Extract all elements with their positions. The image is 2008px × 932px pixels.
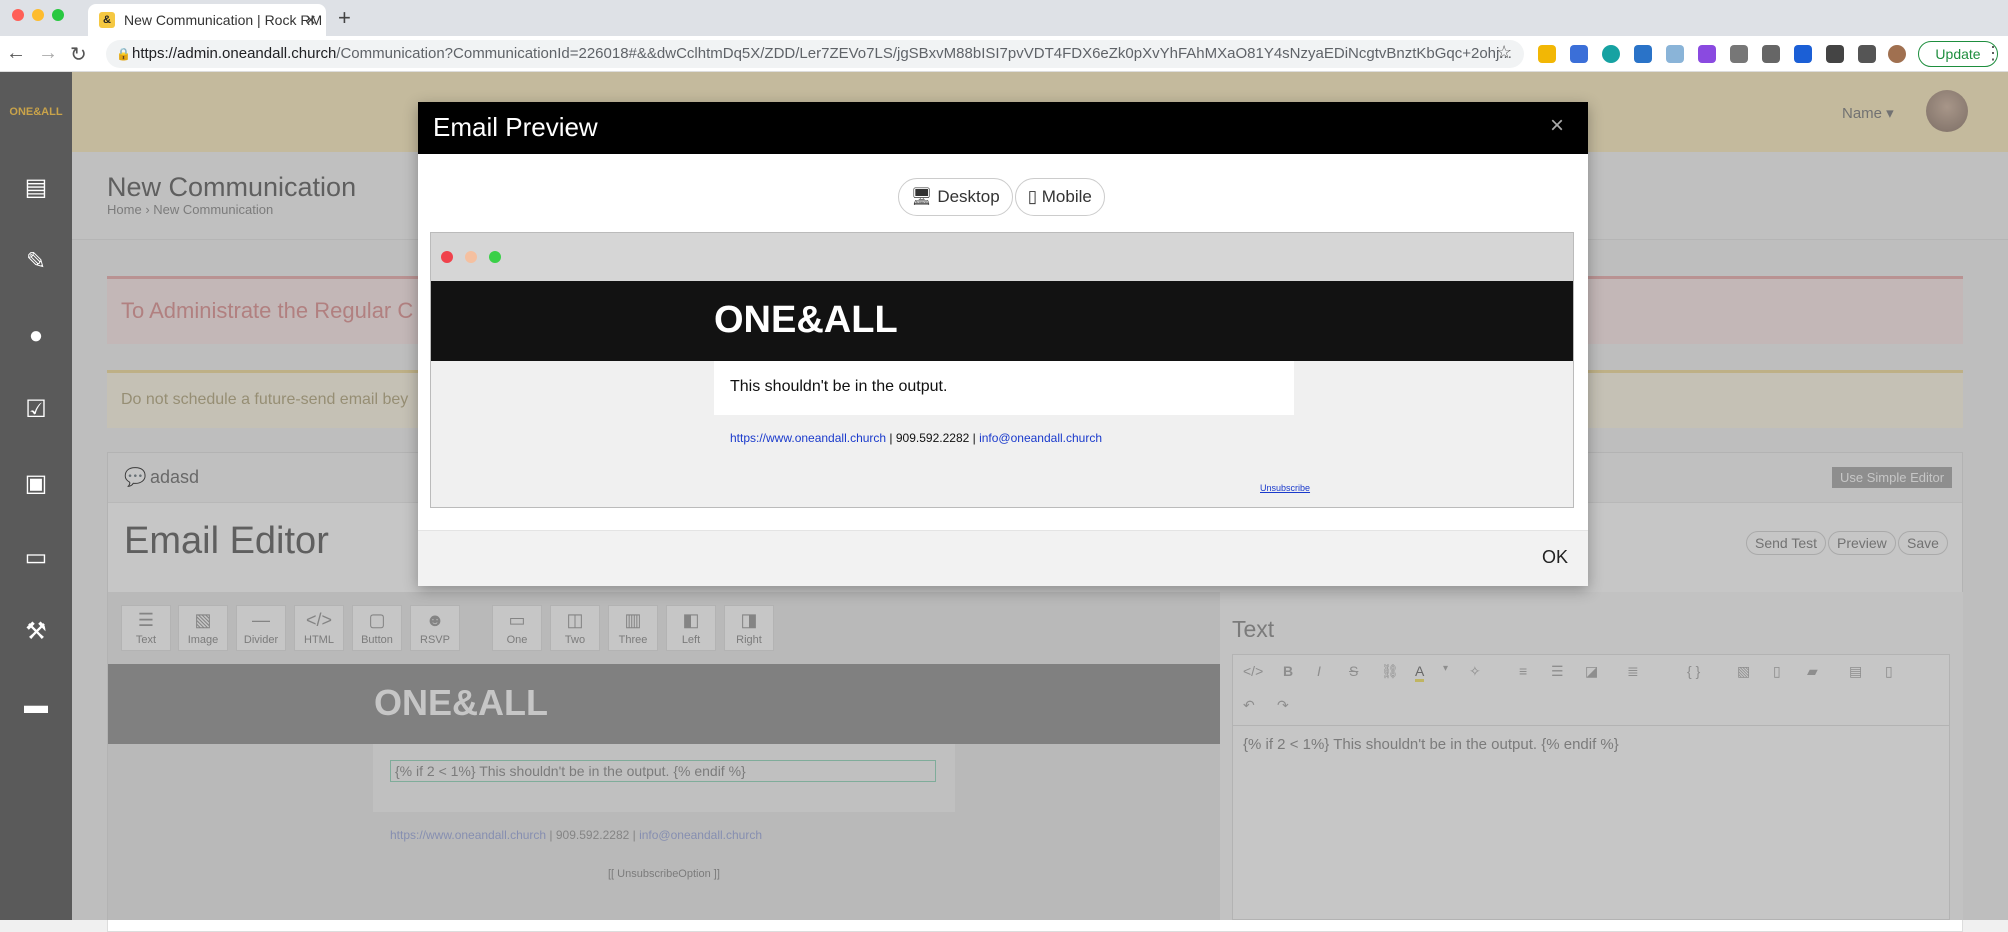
yellow-dot-icon (465, 251, 477, 263)
close-icon[interactable]: × (1550, 112, 1564, 140)
browser-tab[interactable]: & New Communication | Rock RM × (88, 4, 326, 36)
phone-icon: ▯ (1027, 187, 1042, 206)
modal-footer: OK (418, 530, 1588, 586)
money-icon[interactable]: ▭ (22, 544, 50, 572)
extension-icon[interactable] (1634, 45, 1652, 63)
briefcase-icon[interactable]: ▬ (22, 692, 50, 720)
extension-icon[interactable] (1666, 45, 1684, 63)
book-icon[interactable]: ▤ (22, 174, 50, 202)
person-icon[interactable]: ● (22, 322, 50, 350)
extension-icon[interactable] (1826, 45, 1844, 63)
extension-icon[interactable] (1570, 45, 1588, 63)
monitor-icon: 🖥 (911, 187, 938, 206)
checkbox-icon[interactable]: ☑ (22, 396, 50, 424)
url-host: https://admin.oneandall.church (132, 45, 337, 62)
extension-icon[interactable] (1730, 45, 1748, 63)
modal-title: Email Preview (433, 112, 598, 142)
preview-text: This shouldn't be in the output. (730, 378, 948, 395)
reload-icon[interactable]: ↻ (70, 42, 87, 67)
preview-email-header (431, 281, 1573, 361)
maximize-window-dot[interactable] (52, 9, 64, 21)
url-path: /Communication?CommunicationId=226018#&&… (336, 45, 1512, 62)
preview-phone-text: | 909.592.2282 | (886, 431, 980, 445)
preview-website-link[interactable]: https://www.oneandall.church (730, 431, 886, 445)
desktop-button[interactable]: 🖥 Desktop (898, 178, 1013, 216)
lock-icon: 🔒 (116, 47, 131, 61)
wrench-icon[interactable]: ⚒ (22, 618, 50, 646)
ok-button[interactable]: OK (1542, 547, 1568, 568)
preview-window-bar (431, 233, 1573, 281)
extension-icon[interactable] (1698, 45, 1716, 63)
browser-tab-strip: & New Communication | Rock RM × + (0, 0, 2008, 36)
preview-email-link[interactable]: info@oneandall.church (979, 431, 1102, 445)
extension-icon[interactable] (1794, 45, 1812, 63)
back-icon[interactable]: ← (6, 42, 26, 65)
unsubscribe-link[interactable]: Unsubscribe (1260, 483, 1310, 493)
brush-icon[interactable]: ✎ (22, 248, 50, 276)
email-preview-modal: Email Preview × 🖥 Desktop ▯ Mobile ONE&A… (418, 102, 1588, 586)
puzzle-icon[interactable] (1858, 45, 1876, 63)
close-window-dot[interactable] (12, 9, 24, 21)
bookmark-star-icon[interactable]: ☆ (1496, 42, 1512, 63)
device-toggle: 🖥 Desktop ▯ Mobile (898, 178, 1105, 216)
browser-toolbar: ← → ↻ 🔒 https://admin.oneandall.church/C… (0, 36, 2008, 72)
modal-header: Email Preview × (418, 102, 1588, 154)
profile-avatar[interactable] (1888, 45, 1906, 63)
favicon-icon: & (99, 12, 115, 28)
forward-icon[interactable]: → (38, 42, 58, 65)
tab-title: New Communication | Rock RM (124, 12, 323, 28)
new-tab-icon[interactable]: + (338, 5, 351, 31)
preview-frame: ONE&ALL This shouldn't be in the output.… (430, 232, 1574, 508)
logo[interactable]: ONE&ALL (0, 72, 72, 152)
address-bar[interactable]: 🔒 https://admin.oneandall.church/Communi… (106, 40, 1524, 68)
menu-kebab-icon[interactable]: ⋮ (1984, 43, 2002, 64)
red-dot-icon (441, 251, 453, 263)
green-dot-icon (489, 251, 501, 263)
gift-icon[interactable]: ▣ (22, 470, 50, 498)
extension-icon[interactable] (1602, 45, 1620, 63)
extension-icon[interactable] (1762, 45, 1780, 63)
sidebar: ONE&ALL ▤ ✎ ● ☑ ▣ ▭ ⚒ ▬ (0, 72, 72, 920)
extension-icon[interactable] (1538, 45, 1556, 63)
close-tab-icon[interactable]: × (305, 10, 316, 31)
minimize-window-dot[interactable] (32, 9, 44, 21)
mobile-button[interactable]: ▯ Mobile (1014, 178, 1105, 216)
preview-logo: ONE&ALL (714, 299, 898, 341)
preview-footer: https://www.oneandall.church | 909.592.2… (730, 431, 1102, 445)
